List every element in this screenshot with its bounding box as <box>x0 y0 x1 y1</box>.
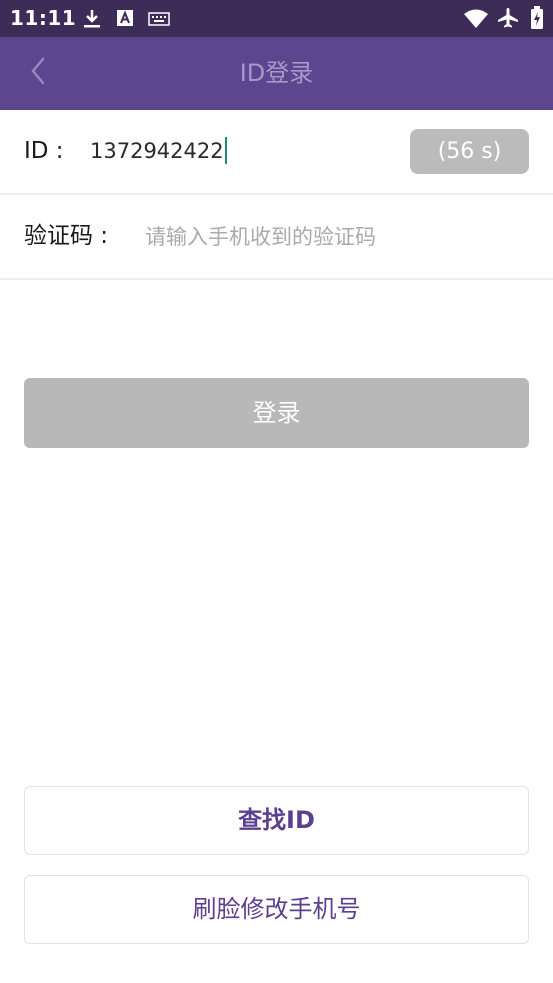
page-title: ID登录 <box>239 59 314 87</box>
keyboard-icon <box>148 11 170 30</box>
text-caret <box>224 136 227 164</box>
login-button[interactable]: 登录 <box>24 378 529 448</box>
id-row: ID : 1372942422 (56 s) <box>0 110 553 195</box>
find-id-button[interactable]: 查找ID <box>24 786 529 855</box>
airplane-icon <box>497 7 519 33</box>
font-a-icon <box>116 8 134 32</box>
title-bar: ID登录 <box>0 37 553 110</box>
back-button[interactable] <box>20 55 56 91</box>
screen: 11:11 ID登录 ID: 1372942422 (56 s) 验证码: … <box>0 0 553 983</box>
chevron-left-icon <box>30 57 46 89</box>
status-bar: 11:11 <box>0 0 553 37</box>
battery-charging-icon <box>530 6 544 34</box>
status-time: 11:11 <box>10 6 77 30</box>
id-label: ID : <box>24 138 64 164</box>
face-change-phone-button[interactable]: 刷脸修改手机号 <box>24 875 529 944</box>
id-input[interactable]: 1372942422 <box>90 110 227 193</box>
id-value-text: 1372942422 <box>90 139 224 163</box>
get-code-countdown-button[interactable]: (56 s) <box>410 129 529 174</box>
code-label: 验证码 : <box>24 223 109 249</box>
download-icon <box>82 8 102 34</box>
code-row: 验证码 : <box>0 195 553 280</box>
verification-code-input[interactable] <box>145 215 530 259</box>
wifi-icon <box>463 9 489 33</box>
